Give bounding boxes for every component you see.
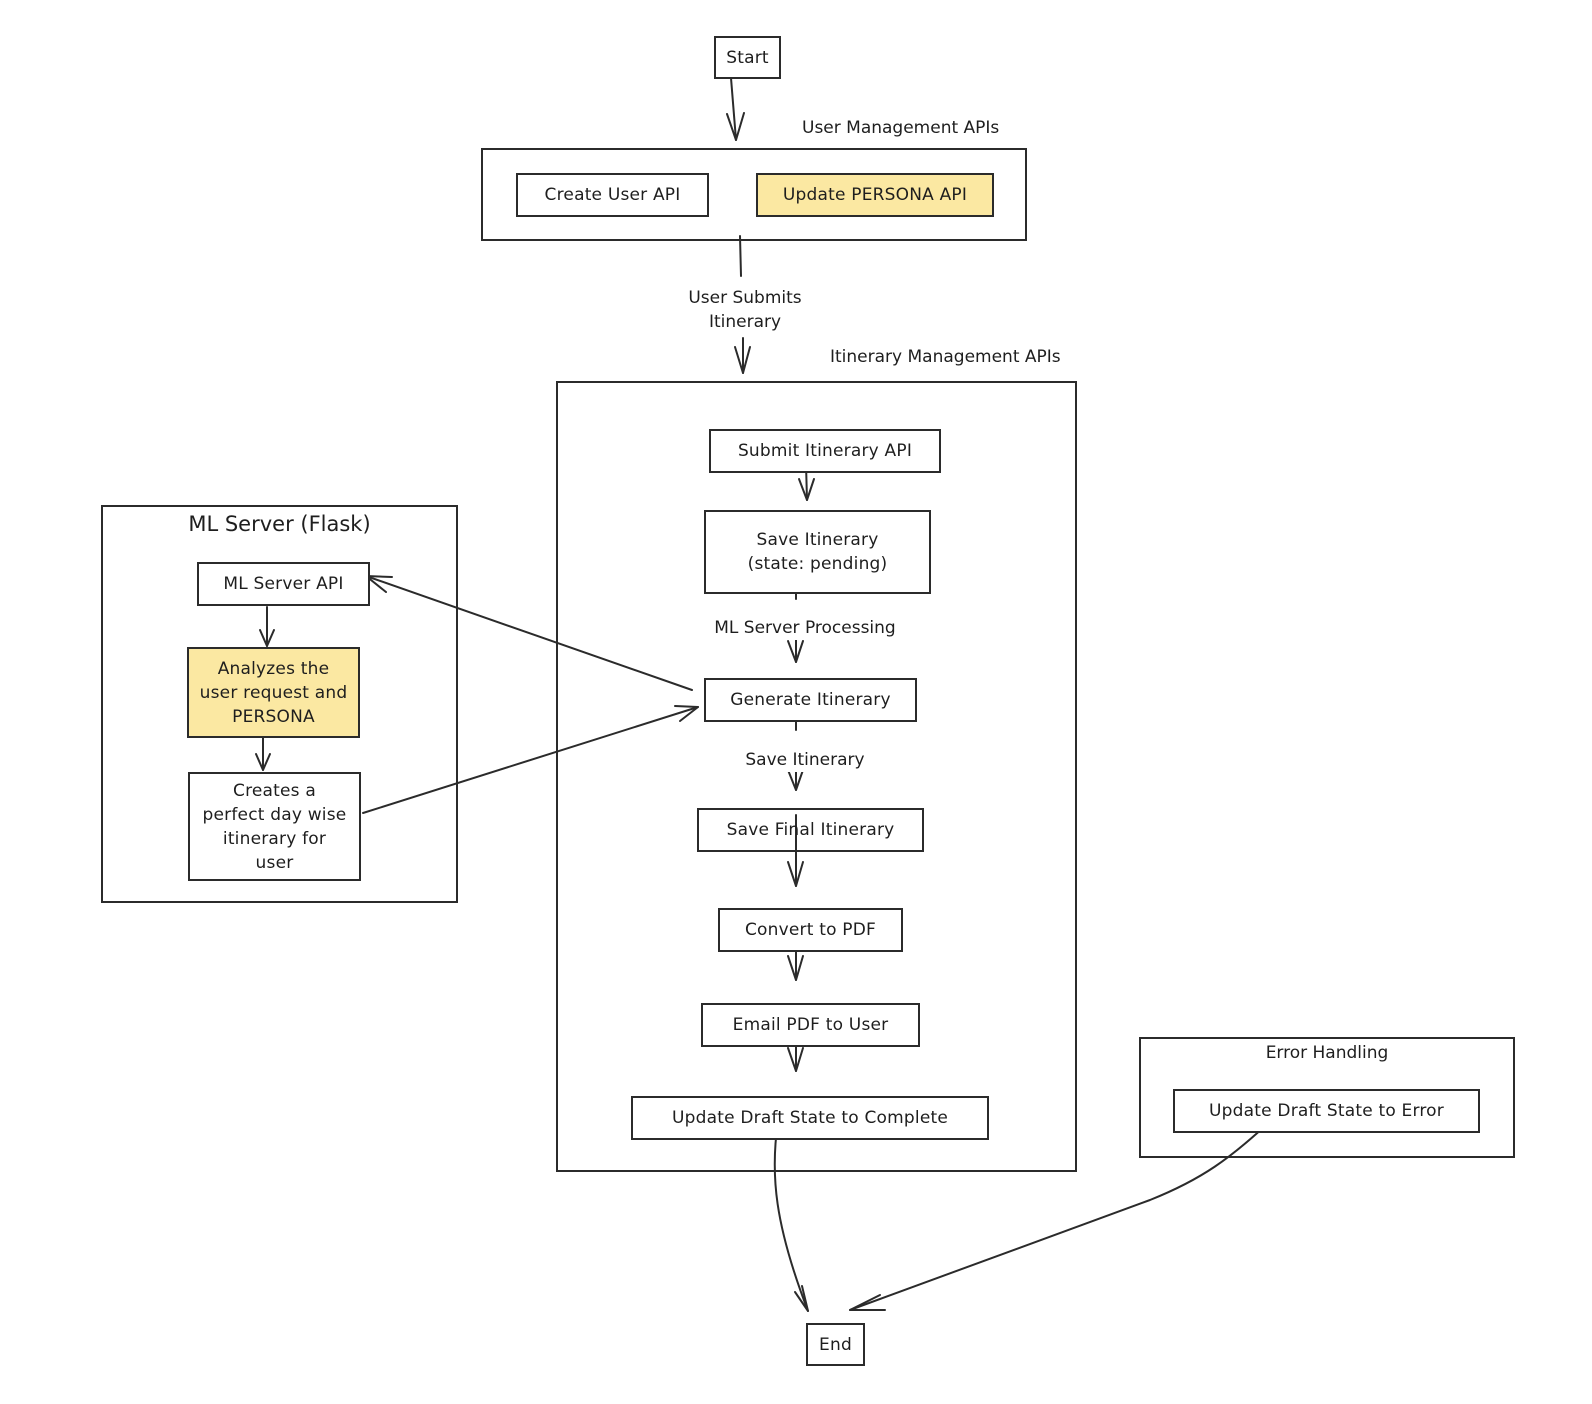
end-node[interactable]: End (806, 1323, 865, 1366)
update-error-node[interactable]: Update Draft State to Error (1173, 1089, 1480, 1133)
convert-to-pdf-node[interactable]: Convert to PDF (718, 908, 903, 952)
arrow-user-submits (739, 235, 742, 277)
arrowhead-icon (794, 1285, 809, 1312)
edge-label-ml-processing: ML Server Processing (700, 616, 910, 640)
creates-itinerary-node[interactable]: Creates a perfect day wise itinerary for… (188, 772, 361, 881)
start-node[interactable]: Start (714, 36, 781, 79)
ml-server-api-node[interactable]: ML Server API (197, 562, 370, 606)
analyze-request-node[interactable]: Analyzes the user request and PERSONA (187, 647, 360, 738)
user-management-title: User Management APIs (802, 118, 1000, 138)
error-handling-title: Error Handling (1265, 1043, 1389, 1063)
ml-server-title: ML Server (Flask) (188, 512, 371, 536)
submit-itinerary-api-node[interactable]: Submit Itinerary API (709, 429, 941, 473)
save-final-itinerary-node[interactable]: Save Final Itinerary (697, 808, 924, 852)
email-pdf-node[interactable]: Email PDF to User (701, 1003, 920, 1047)
generate-itinerary-node[interactable]: Generate Itinerary (704, 678, 917, 722)
arrowhead-icon (849, 1294, 886, 1311)
update-persona-api-node[interactable]: Update PERSONA API (756, 173, 994, 217)
update-complete-node[interactable]: Update Draft State to Complete (631, 1096, 989, 1140)
itinerary-management-group (556, 381, 1077, 1172)
edge-label-save-itinerary: Save Itinerary (730, 748, 880, 772)
edge-label-user-submits: User Submits Itinerary (680, 286, 810, 334)
diagram-canvas: Start User Management APIs Create User A… (0, 0, 1592, 1404)
save-itinerary-pending-node[interactable]: Save Itinerary (state: pending) (704, 510, 931, 594)
create-user-api-node[interactable]: Create User API (516, 173, 709, 217)
itinerary-management-title: Itinerary Management APIs (830, 347, 1061, 367)
